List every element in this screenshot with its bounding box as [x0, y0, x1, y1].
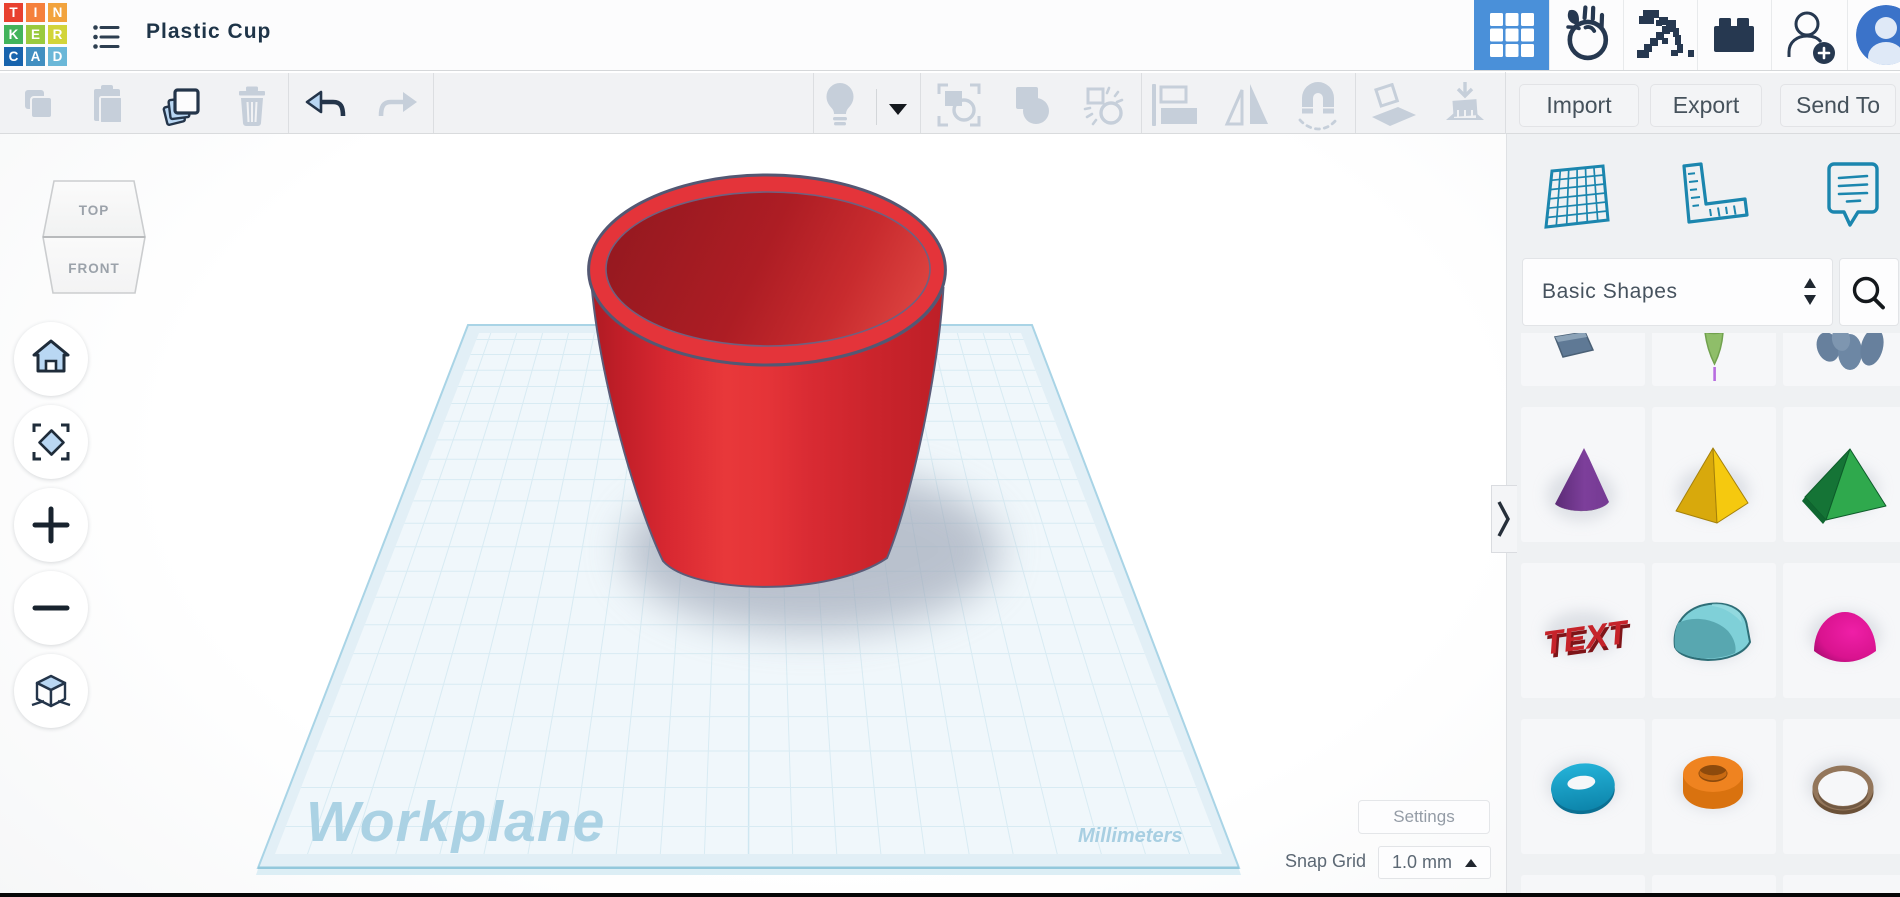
svg-text:Workplane: Workplane — [306, 790, 605, 854]
svg-text:FRONT: FRONT — [68, 261, 120, 276]
svg-text:TOP: TOP — [79, 203, 110, 218]
svg-text:Millimeters: Millimeters — [1078, 825, 1182, 847]
